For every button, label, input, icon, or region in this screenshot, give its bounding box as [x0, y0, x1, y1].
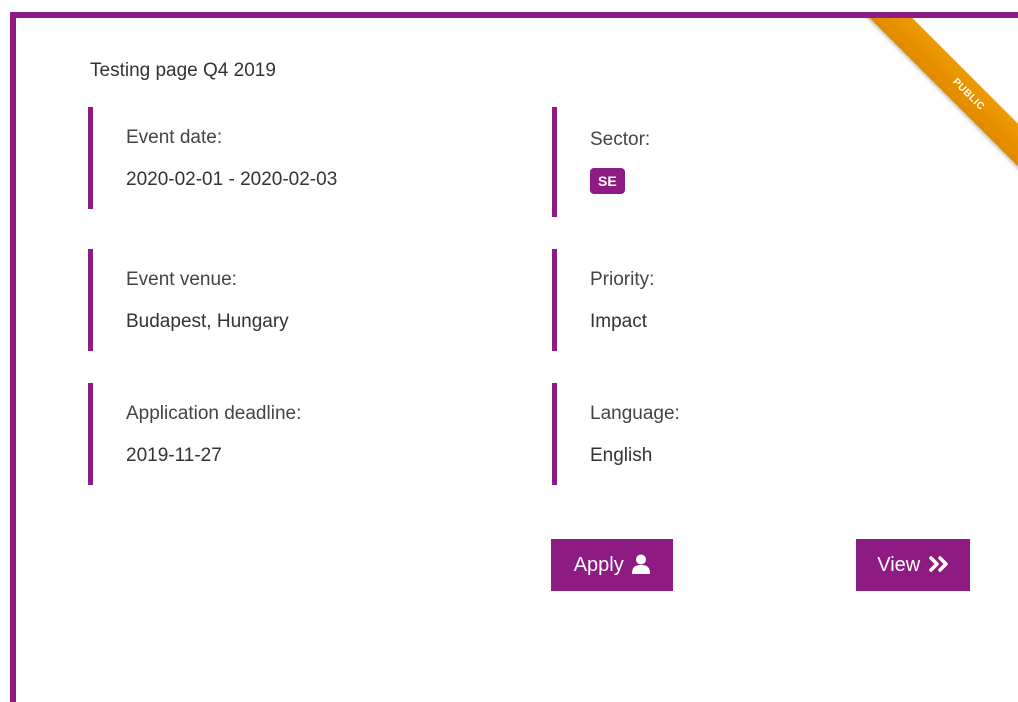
priority-field: Priority: Impact	[552, 249, 852, 351]
sector-field: Sector: SE	[552, 107, 852, 217]
view-button-label: View	[877, 554, 921, 576]
application-deadline-label: Application deadline:	[126, 403, 302, 424]
public-ribbon: PUBLIC	[865, 18, 1018, 198]
apply-button-label: Apply	[573, 554, 624, 576]
apply-button[interactable]: Apply	[551, 539, 673, 591]
sector-badge: SE	[590, 168, 625, 194]
double-chevron-right-icon	[929, 555, 948, 572]
event-title: Testing page Q4 2019	[90, 60, 276, 81]
event-venue-field: Event venue: Budapest, Hungary	[88, 249, 388, 351]
event-venue-value: Budapest, Hungary	[126, 311, 289, 332]
event-date-field: Event date: 2020-02-01 - 2020-02-03	[88, 107, 388, 209]
event-venue-label: Event venue:	[126, 269, 237, 290]
application-deadline-value: 2019-11-27	[126, 445, 222, 466]
event-date-value: 2020-02-01 - 2020-02-03	[126, 169, 338, 190]
priority-value: Impact	[590, 311, 648, 332]
language-field: Language: English	[552, 383, 852, 485]
user-icon	[632, 554, 651, 574]
application-deadline-field: Application deadline: 2019-11-27	[88, 383, 388, 485]
view-button[interactable]: View	[856, 539, 970, 591]
sector-label: Sector:	[590, 129, 651, 150]
priority-label: Priority:	[590, 269, 655, 290]
language-label: Language:	[590, 403, 680, 424]
event-date-label: Event date:	[126, 127, 223, 148]
language-value: English	[590, 445, 653, 466]
